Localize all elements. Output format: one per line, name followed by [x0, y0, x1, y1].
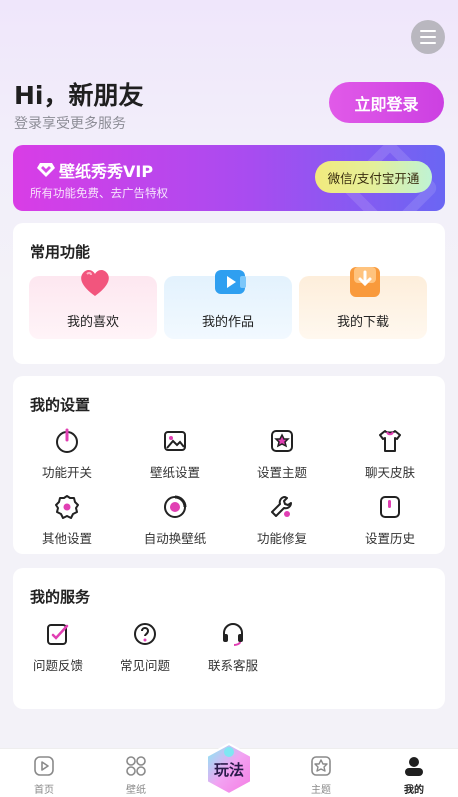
my-favorites-button[interactable]: 我的喜欢	[29, 270, 157, 339]
headset-icon	[223, 623, 243, 646]
vip-open-button[interactable]: 微信/支付宝开通	[315, 161, 432, 193]
tab-home-label: 首页	[34, 785, 54, 796]
tab-theme[interactable]: 主题	[291, 754, 351, 796]
services-title: 我的服务	[30, 588, 91, 606]
theme-icon	[271, 430, 293, 452]
greeting-subtitle: 登录享受更多服务	[14, 116, 126, 132]
video-icon	[215, 270, 246, 294]
my-downloads-label: 我的下载	[336, 315, 389, 330]
home-icon	[34, 756, 54, 776]
feature-switch-button[interactable]: 功能开关	[27, 428, 107, 481]
vip-title: 壁纸秀秀VIP	[59, 162, 154, 181]
my-downloads-button[interactable]: 我的下载	[299, 267, 427, 339]
common-functions-title: 常用功能	[30, 243, 91, 261]
function-repair-label: 功能修复	[256, 531, 307, 546]
shirt-icon	[379, 430, 401, 452]
tab-theme-label: 主题	[311, 785, 331, 796]
contact-support-label: 联系客服	[207, 658, 258, 673]
tab-profile[interactable]: 我的	[384, 754, 444, 796]
contact-support-button[interactable]: 联系客服	[193, 621, 273, 674]
login-button[interactable]: 立即登录	[329, 82, 444, 123]
chat-skin-label: 聊天皮肤	[364, 465, 415, 480]
history-icon	[380, 496, 400, 518]
tab-play-label: 玩法	[213, 761, 244, 779]
wallpaper-icon	[126, 756, 146, 776]
chat-skin-button[interactable]: 聊天皮肤	[350, 428, 430, 481]
other-settings-label: 其他设置	[41, 531, 92, 546]
other-settings-button[interactable]: 其他设置	[27, 494, 107, 547]
theme-icon	[311, 756, 331, 776]
tab-wallpaper-label: 壁纸	[126, 785, 146, 796]
my-favorites-label: 我的喜欢	[66, 315, 119, 330]
wrench-icon	[271, 496, 292, 517]
settings-history-button[interactable]: 设置历史	[350, 494, 430, 547]
faq-button[interactable]: 常见问题	[105, 621, 185, 674]
greeting-title: Hi，新朋友	[14, 81, 144, 110]
tab-play[interactable]: 玩法	[202, 742, 256, 796]
wallpaper-settings-button[interactable]: 壁纸设置	[135, 428, 215, 481]
feedback-label: 问题反馈	[32, 658, 83, 673]
vip-banner[interactable]: 壁纸秀秀VIP 所有功能免费、去广告特权 微信/支付宝开通	[13, 145, 445, 211]
power-icon	[56, 428, 78, 453]
common-functions-card: 常用功能 我的喜欢 我的作品 我的下载	[13, 223, 445, 364]
services-card: 我的服务 问题反馈 常见问题 联系客服	[13, 568, 445, 709]
profile-icon	[405, 757, 423, 776]
function-repair-button[interactable]: 功能修复	[242, 494, 322, 547]
auto-change-wallpaper-label: 自动换壁纸	[143, 531, 207, 546]
feature-switch-label: 功能开关	[41, 465, 92, 480]
wallpaper-settings-label: 壁纸设置	[149, 465, 200, 480]
faq-label: 常见问题	[119, 658, 170, 673]
feedback-icon	[47, 624, 69, 645]
set-theme-button[interactable]: 设置主题	[242, 428, 322, 481]
image-icon	[164, 431, 186, 451]
my-works-button[interactable]: 我的作品	[164, 270, 292, 339]
set-theme-label: 设置主题	[256, 465, 307, 480]
settings-card: 我的设置 功能开关 壁纸设置 设置主题 聊天皮肤 其他设置 自动换壁纸 功能修复…	[13, 376, 445, 554]
auto-change-icon	[164, 495, 187, 518]
my-works-label: 我的作品	[201, 315, 254, 330]
gear-icon	[55, 495, 79, 519]
tab-wallpaper[interactable]: 壁纸	[106, 754, 166, 796]
vip-subtitle: 所有功能免费、去广告特权	[30, 186, 168, 200]
diamond-heart-icon	[37, 163, 55, 177]
heart-icon	[81, 270, 109, 296]
menu-icon[interactable]	[411, 20, 445, 54]
download-icon	[350, 267, 380, 297]
feedback-button[interactable]: 问题反馈	[18, 621, 98, 674]
tab-profile-label: 我的	[404, 785, 424, 796]
tab-home[interactable]: 首页	[14, 754, 74, 796]
auto-change-wallpaper-button[interactable]: 自动换壁纸	[135, 494, 215, 547]
settings-history-label: 设置历史	[364, 531, 415, 546]
question-icon	[134, 623, 156, 645]
settings-title: 我的设置	[30, 396, 91, 414]
